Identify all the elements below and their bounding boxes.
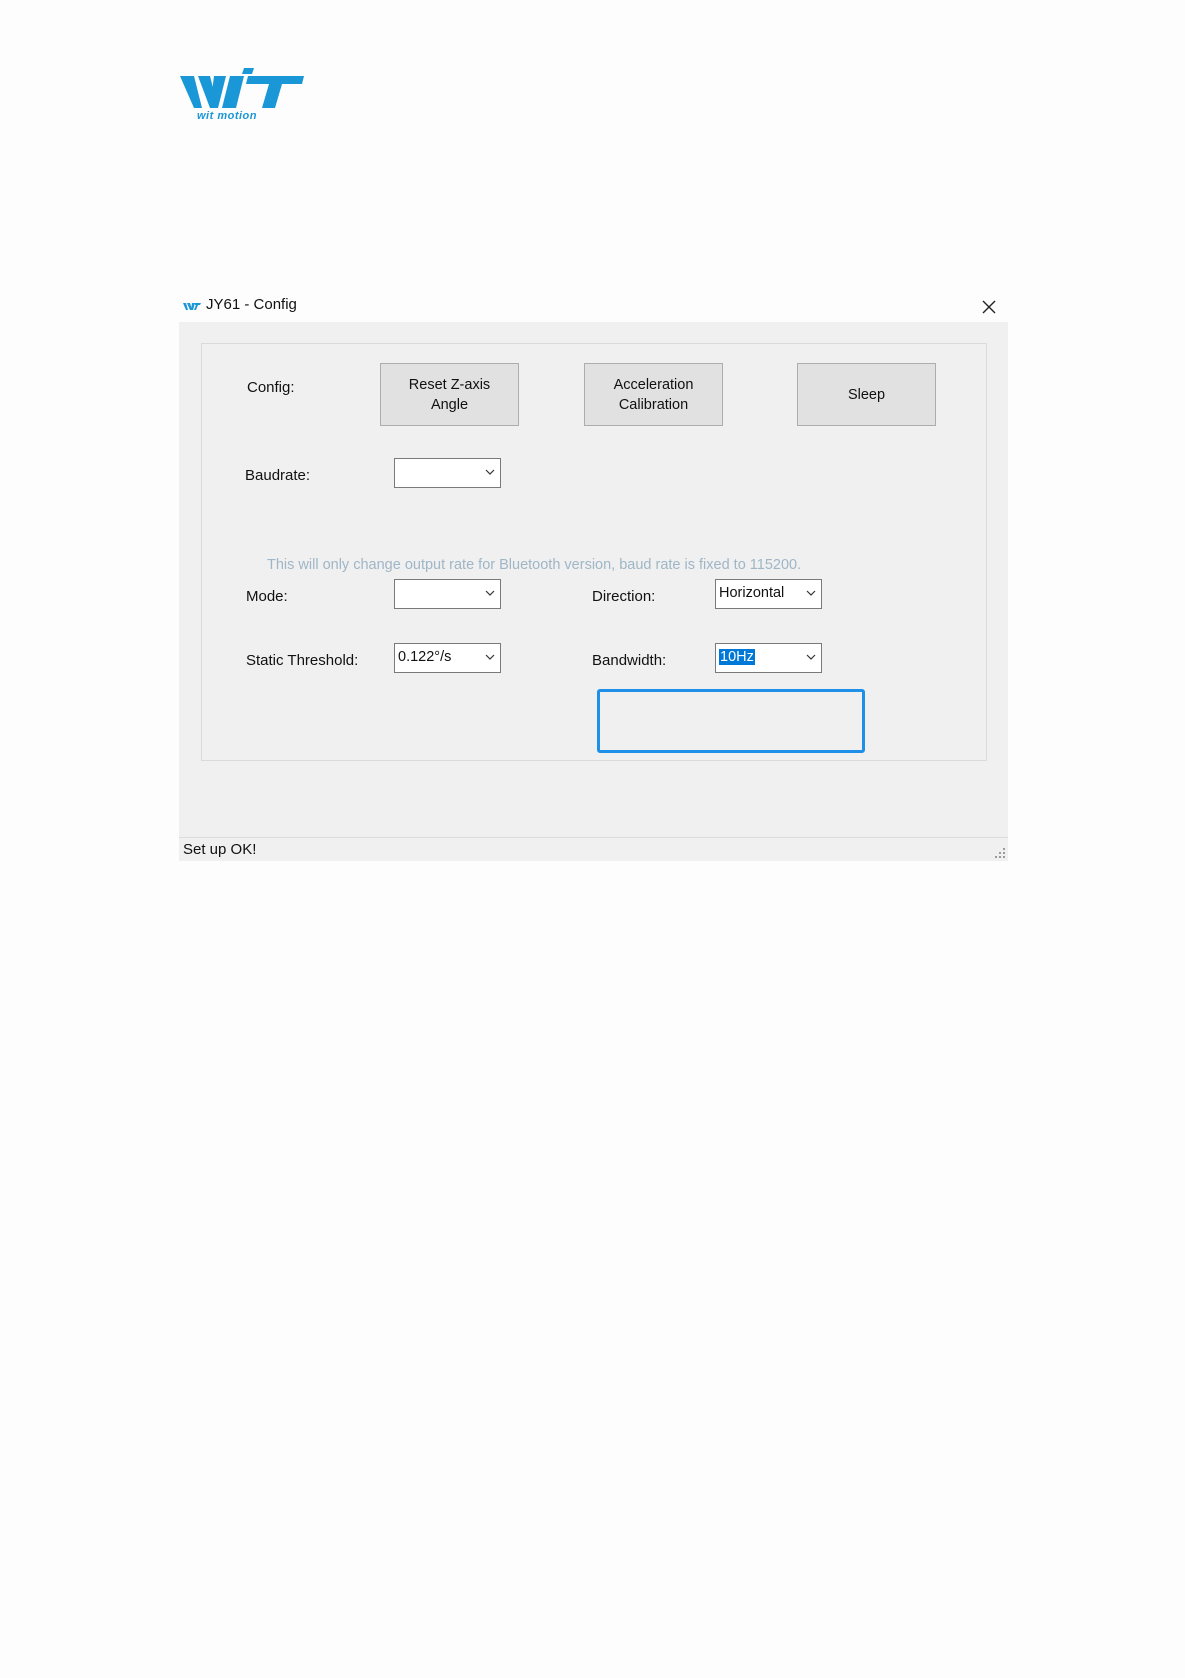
acceleration-calibration-button[interactable]: Acceleration Calibration — [584, 363, 723, 426]
static-threshold-select[interactable]: 0.122°/s — [394, 643, 501, 673]
bandwidth-value: 10Hz — [719, 649, 755, 665]
chevron-down-icon — [485, 654, 495, 660]
window-title: JY61 - Config — [206, 296, 297, 313]
config-window: JY61 - Config Config: Reset Z-axis Angle … — [179, 291, 1008, 861]
chevron-down-icon — [485, 469, 495, 475]
title-bar: JY61 - Config — [179, 291, 1008, 322]
direction-value: Horizontal — [719, 585, 785, 601]
mode-label: Mode: — [246, 588, 288, 605]
static-threshold-label: Static Threshold: — [246, 652, 359, 669]
chevron-down-icon — [806, 654, 816, 660]
status-bar: Set up OK! — [179, 837, 1008, 861]
reset-z-axis-angle-button[interactable]: Reset Z-axis Angle — [380, 363, 519, 426]
direction-select[interactable]: Horizontal — [715, 579, 822, 609]
reset-z-axis-line1: Reset Z-axis — [408, 376, 491, 393]
config-group: Config: Reset Z-axis Angle Acceleration Ca… — [201, 343, 987, 761]
mode-select[interactable] — [394, 579, 501, 609]
resize-grip-icon[interactable] — [994, 847, 1006, 859]
bandwidth-highlight — [597, 689, 865, 753]
chevron-down-icon — [485, 590, 495, 596]
witmotion-small-logo-icon — [183, 303, 201, 310]
static-threshold-value: 0.122°/s — [398, 649, 452, 665]
bandwidth-select[interactable]: 10Hz — [715, 643, 822, 673]
status-text: Set up OK! — [183, 841, 257, 858]
logo-text: wit motion — [197, 110, 257, 122]
baudrate-select[interactable] — [394, 458, 501, 488]
bandwidth-label: Bandwidth: — [592, 652, 667, 669]
sleep-label: Sleep — [847, 386, 886, 403]
sleep-button[interactable]: Sleep — [797, 363, 936, 426]
close-icon — [982, 300, 996, 313]
baudrate-label: Baudrate: — [245, 467, 311, 484]
direction-label: Direction: — [592, 588, 656, 605]
close-button[interactable] — [970, 291, 1008, 322]
config-label: Config: — [247, 379, 295, 396]
baudrate-hint: This will only change output rate for Bl… — [267, 557, 802, 573]
acceleration-calibration-line2: Calibration — [618, 396, 689, 413]
chevron-down-icon — [806, 590, 816, 596]
reset-z-axis-line2: Angle — [430, 396, 469, 413]
acceleration-calibration-line1: Acceleration — [613, 376, 694, 393]
